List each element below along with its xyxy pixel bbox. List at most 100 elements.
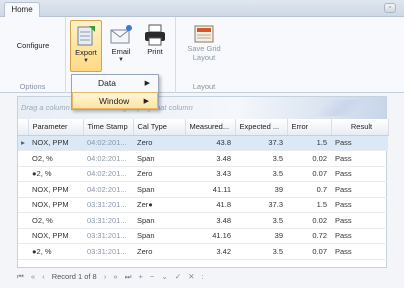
cell-measured[interactable]: 41.16 (185, 228, 235, 244)
cell-expected[interactable]: 3.5 (235, 150, 287, 167)
menu-item-data[interactable]: Data ▶ (72, 75, 158, 92)
email-label: Email (111, 47, 131, 56)
cell-parameter[interactable]: NOX, PPM (28, 228, 83, 244)
table-row[interactable]: NOX, PPM 03:31:201... Zer● 41.8 37.3 1.5… (18, 197, 388, 213)
cell-parameter[interactable]: O2, % (28, 150, 83, 167)
app-window: Home ◦ Configure Options Export ▼ Email … (0, 0, 404, 288)
table-row[interactable]: ●2, % 04:02:201... Zero 3.43 3.5 0.07 Pa… (18, 166, 388, 182)
cell-expected[interactable]: 37.3 (235, 197, 287, 213)
export-button[interactable]: Export ▼ (70, 20, 102, 72)
edit-record-icon[interactable]: ⌄ (162, 272, 168, 281)
configure-button[interactable]: Configure (6, 41, 60, 50)
cell-expected[interactable]: 3.5 (235, 243, 287, 260)
submenu-arrow-icon: ▶ (144, 80, 150, 87)
cell-timestamp[interactable]: 03:31:201... (83, 197, 133, 213)
print-button[interactable]: Print (140, 20, 170, 72)
cell-result[interactable]: Pass (331, 197, 388, 213)
cell-measured[interactable]: 3.48 (185, 150, 235, 167)
column-header[interactable]: Cal Type (133, 119, 186, 136)
more-options-icon[interactable]: : (202, 272, 204, 281)
cell-caltype[interactable]: Span (133, 181, 185, 198)
cell-result[interactable]: Pass (331, 181, 388, 198)
cell-timestamp[interactable]: 03:31:201... (83, 228, 133, 244)
cell-caltype[interactable]: Zer● (133, 197, 185, 213)
cell-caltype[interactable]: Span (133, 150, 185, 167)
cell-caltype[interactable]: Zero (133, 135, 185, 151)
table-row[interactable]: NOX, PPM 03:31:201... Span 41.16 39 0.72… (18, 228, 388, 244)
previous-record-icon[interactable]: ‹ (42, 272, 45, 281)
cell-error[interactable]: 1.5 (287, 135, 331, 151)
table-row[interactable]: ●2, % 03:31:201... Zero 3.42 3.5 0.07 Pa… (18, 243, 388, 260)
cell-measured[interactable]: 41.11 (185, 181, 235, 198)
cell-error[interactable]: 0.07 (287, 166, 331, 182)
cell-caltype[interactable]: Span (133, 212, 185, 229)
table-row[interactable]: O2, % 03:31:201... Span 3.48 3.5 0.02 Pa… (18, 212, 388, 229)
cell-measured[interactable]: 3.42 (185, 243, 235, 260)
cancel-changes-icon[interactable]: ✕ (188, 272, 194, 281)
window-control-icon[interactable]: ◦ (384, 3, 396, 13)
cell-parameter[interactable]: ●2, % (28, 166, 83, 182)
column-header[interactable]: Result (331, 119, 389, 136)
cell-measured[interactable]: 41.8 (185, 197, 235, 213)
cell-error[interactable]: 0.07 (287, 243, 331, 260)
delete-record-icon[interactable]: − (150, 272, 154, 281)
cell-caltype[interactable]: Zero (133, 243, 185, 260)
cell-error[interactable]: 0.7 (287, 181, 331, 198)
cell-parameter[interactable]: NOX, PPM (28, 135, 83, 151)
column-header[interactable]: Time Stamp (83, 119, 134, 136)
cell-result[interactable]: Pass (331, 228, 388, 244)
next-record-icon[interactable]: › (104, 272, 107, 281)
export-dropdown-menu: Data ▶ Window ▶ (71, 74, 159, 110)
cell-expected[interactable]: 3.5 (235, 166, 287, 182)
last-record-icon[interactable]: ⏭ (125, 272, 132, 282)
cell-error[interactable]: 1.5 (287, 197, 331, 213)
printer-icon (145, 24, 165, 46)
column-header[interactable]: Expected ... (235, 119, 288, 136)
table-row[interactable]: ▸ NOX, PPM 04:02:201... Zero 43.8 37.3 1… (18, 135, 388, 151)
save-layout-icon (194, 25, 214, 43)
email-button[interactable]: Email ▼ (106, 20, 136, 72)
cell-expected[interactable]: 3.5 (235, 212, 287, 229)
cell-expected[interactable]: 39 (235, 228, 287, 244)
cell-error[interactable]: 0.02 (287, 212, 331, 229)
column-header[interactable]: Error (287, 119, 332, 136)
cell-timestamp[interactable]: 04:02:201... (83, 135, 133, 151)
cell-timestamp[interactable]: 04:02:201... (83, 181, 133, 198)
cell-measured[interactable]: 43.8 (185, 135, 235, 151)
cell-timestamp[interactable]: 04:02:201... (83, 166, 133, 182)
cell-result[interactable]: Pass (331, 150, 388, 167)
save-grid-layout-button[interactable]: Save Grid Layout (180, 20, 228, 72)
cell-measured[interactable]: 3.48 (185, 212, 235, 229)
table-header-row: Parameter Time Stamp Cal Type Measured..… (18, 119, 389, 136)
cell-measured[interactable]: 3.43 (185, 166, 235, 182)
cell-result[interactable]: Pass (331, 166, 388, 182)
next-page-icon[interactable]: » (113, 272, 117, 281)
cell-expected[interactable]: 39 (235, 181, 287, 198)
cell-error[interactable]: 0.02 (287, 150, 331, 167)
cell-result[interactable]: Pass (331, 212, 388, 229)
cell-error[interactable]: 0.72 (287, 228, 331, 244)
cell-parameter[interactable]: O2, % (28, 212, 83, 229)
cell-expected[interactable]: 37.3 (235, 135, 287, 151)
column-header[interactable]: Parameter (28, 119, 84, 136)
cell-caltype[interactable]: Span (133, 228, 185, 244)
menu-item-window[interactable]: Window ▶ (72, 92, 158, 109)
tab-home[interactable]: Home (4, 2, 40, 18)
cell-result[interactable]: Pass (331, 243, 388, 260)
cell-timestamp[interactable]: 04:02:201... (83, 150, 133, 167)
cell-result[interactable]: Pass (331, 135, 388, 151)
table-row[interactable]: NOX, PPM 04:02:201... Span 41.11 39 0.7 … (18, 181, 388, 198)
previous-page-icon[interactable]: « (31, 272, 35, 281)
cell-caltype[interactable]: Zero (133, 166, 185, 182)
cell-parameter[interactable]: ●2, % (28, 243, 83, 260)
cell-timestamp[interactable]: 03:31:201... (83, 243, 133, 260)
cell-parameter[interactable]: NOX, PPM (28, 181, 83, 198)
cell-parameter[interactable]: NOX, PPM (28, 197, 83, 213)
first-record-icon[interactable]: ⏮ (17, 272, 24, 282)
ribbon: Configure Options Export ▼ Email ▼ Print… (0, 17, 404, 93)
column-header[interactable]: Measured... (185, 119, 236, 136)
table-row[interactable]: O2, % 04:02:201... Span 3.48 3.5 0.02 Pa… (18, 150, 388, 167)
add-record-icon[interactable]: + (139, 272, 143, 281)
apply-changes-icon[interactable]: ✓ (175, 272, 181, 281)
cell-timestamp[interactable]: 03:31:201... (83, 212, 133, 229)
